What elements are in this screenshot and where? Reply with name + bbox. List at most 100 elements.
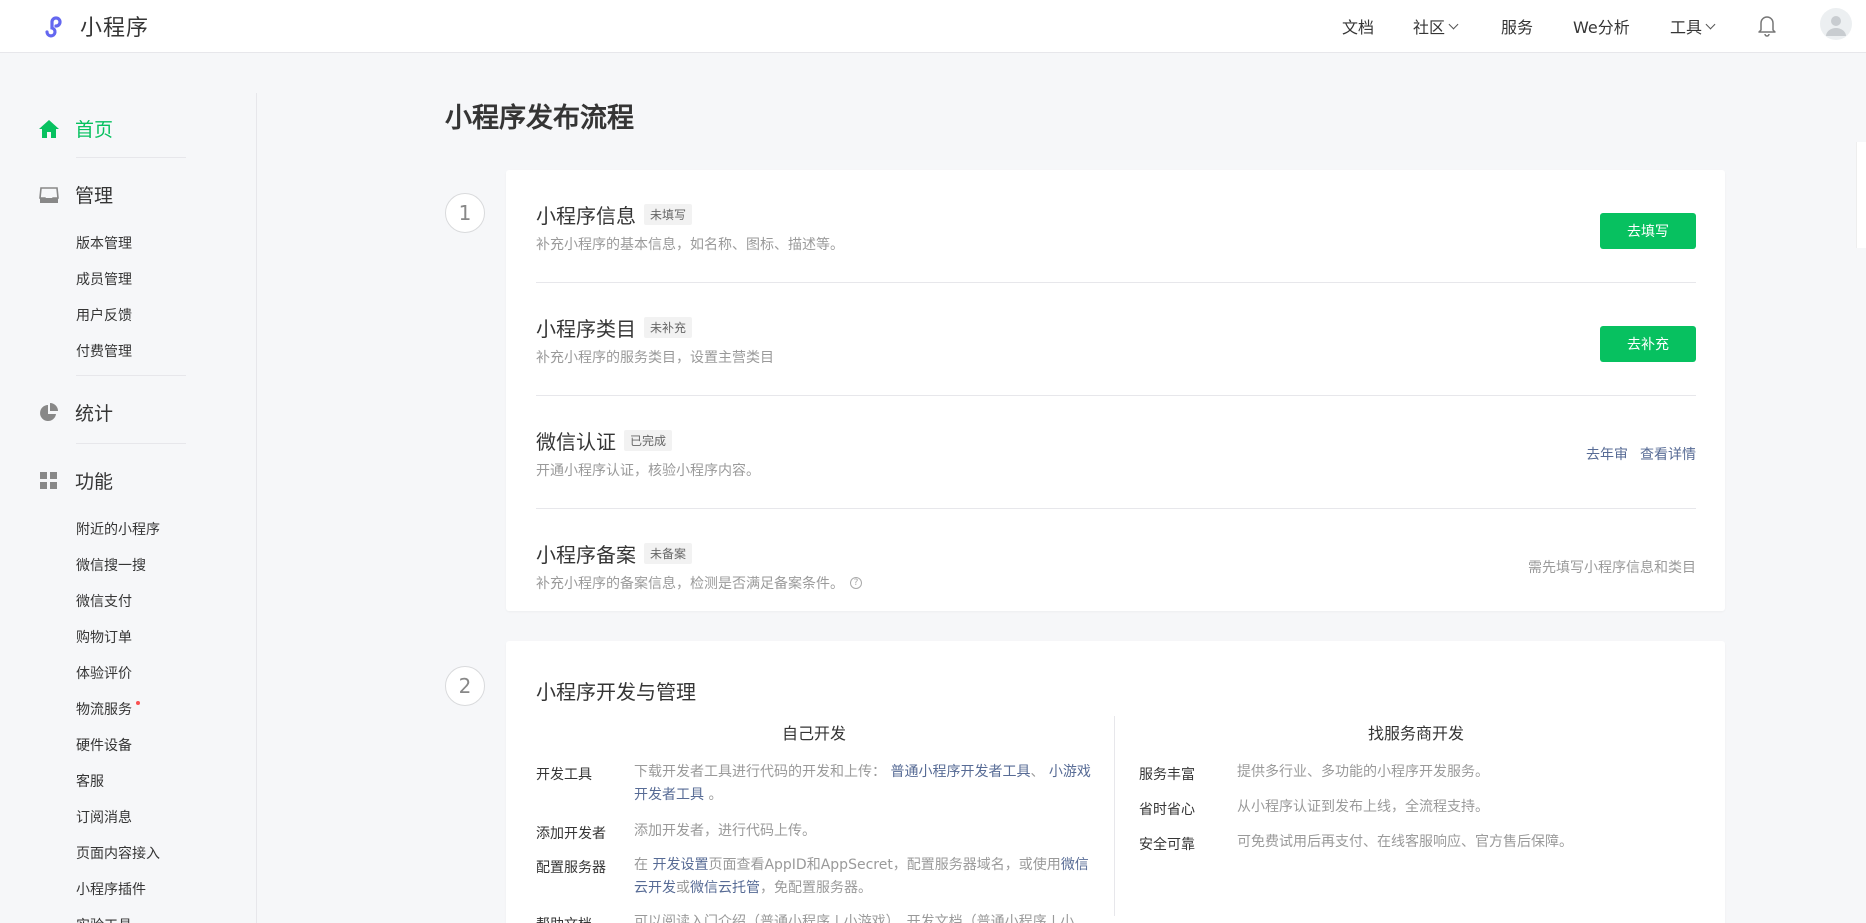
- nav-we-analytics[interactable]: We分析: [1573, 14, 1630, 38]
- annual-review-link[interactable]: 去年审: [1586, 444, 1628, 464]
- step-row-filing: 小程序备案 未备案 补充小程序的备案信息，检测是否满足备案条件。? 需先填写小程序…: [536, 509, 1696, 622]
- avatar[interactable]: [1820, 8, 1852, 40]
- publish-steps-card: 小程序信息 未填写 补充小程序的基本信息，如名称、图标、描述等。 去填写 小程序类…: [506, 170, 1725, 611]
- sidebar-item-members[interactable]: 成员管理: [76, 269, 132, 289]
- sidebar-item-stats-label: 统计: [75, 403, 114, 425]
- row-title-text: 微信认证: [536, 430, 616, 454]
- sidebar-item-manage[interactable]: 管理: [38, 181, 113, 208]
- nav-tools-label: 工具: [1670, 18, 1703, 37]
- column-divider: [1114, 716, 1115, 916]
- inbox-icon: [39, 186, 59, 203]
- row-desc: 补充小程序的备案信息，检测是否满足备案条件。?: [536, 573, 862, 593]
- nav-we-analytics-label: We分析: [1573, 18, 1630, 37]
- sidebar-item-plugins[interactable]: 小程序插件: [76, 879, 146, 899]
- chevron-down-icon: [1705, 19, 1716, 29]
- sidebar-item-customer-service[interactable]: 客服: [76, 771, 104, 791]
- period: 。: [708, 787, 723, 803]
- sidebar-item-content[interactable]: 页面内容接入: [76, 843, 160, 863]
- sidebar-item-orders[interactable]: 购物订单: [76, 627, 132, 647]
- logo-text: 小程序: [80, 16, 150, 41]
- row-desc: 补充小程序的基本信息，如名称、图标、描述等。: [536, 237, 844, 253]
- sidebar-item-version[interactable]: 版本管理: [76, 233, 132, 253]
- step-number-2: 2: [445, 666, 485, 706]
- row-hint: 需先填写小程序信息和类目: [1528, 560, 1696, 576]
- sidebar-item-payment[interactable]: 付费管理: [76, 341, 132, 361]
- nav-docs[interactable]: 文档: [1342, 14, 1374, 38]
- cloud-hosting-link[interactable]: 微信云托管: [690, 880, 760, 896]
- sidebar-item-nearby[interactable]: 附近的小程序: [76, 519, 160, 539]
- sidebar-item-logistics[interactable]: 物流服务: [76, 699, 140, 719]
- card-title: 小程序开发与管理: [536, 680, 696, 704]
- row-title: 微信认证 已完成: [536, 426, 673, 455]
- kv-key: 帮助文档: [536, 914, 592, 923]
- sidebar-item-features[interactable]: 功能: [38, 467, 113, 494]
- fill-info-button[interactable]: 去填写: [1600, 213, 1696, 249]
- top-header: 小程序 文档 社区 服务 We分析 工具: [0, 0, 1866, 53]
- row-title-text: 小程序备案: [536, 543, 636, 567]
- vendor-dev-heading: 找服务商开发: [1368, 724, 1465, 743]
- avatar-icon: [1826, 16, 1846, 36]
- kv-value: 从小程序认证到发布上线，全流程支持。: [1237, 799, 1489, 815]
- kv-key: 开发工具: [536, 767, 592, 783]
- step-row-verification: 微信认证 已完成 开通小程序认证，核验小程序内容。 去年审 查看详情: [536, 396, 1696, 509]
- sidebar-item-search[interactable]: 微信搜一搜: [76, 555, 146, 575]
- kv-text: 或: [676, 880, 690, 896]
- kv-key: 添加开发者: [536, 826, 606, 842]
- nav-tools[interactable]: 工具: [1670, 14, 1716, 38]
- kv-value: 添加开发者，进行代码上传。: [634, 823, 816, 839]
- floating-side-panel[interactable]: [1856, 142, 1866, 248]
- sidebar-item-features-label: 功能: [75, 471, 114, 493]
- sidebar-item-subscribe[interactable]: 订阅消息: [76, 807, 132, 827]
- kv-value: 可免费试用后再支付、在线客服响应、官方售后保障。: [1237, 834, 1573, 850]
- kv-key: 省时省心: [1139, 802, 1195, 818]
- notification-dot-icon: [136, 701, 140, 705]
- dev-settings-link[interactable]: 开发设置: [652, 857, 708, 873]
- divider: [76, 375, 186, 376]
- kv-text: 页面查看AppID和AppSecret，配置服务器域名，或使用: [708, 857, 1061, 873]
- self-dev-heading: 自己开发: [782, 724, 847, 743]
- sidebar-item-experiment[interactable]: 实验工具: [76, 915, 132, 923]
- row-desc: 开通小程序认证，核验小程序内容。: [536, 463, 760, 479]
- sidebar-divider: [256, 93, 257, 923]
- nav-community-label: 社区: [1413, 18, 1446, 37]
- chevron-down-icon: [1448, 19, 1459, 29]
- home-icon: [39, 119, 59, 138]
- nav-services-label: 服务: [1501, 18, 1534, 37]
- add-category-button[interactable]: 去补充: [1600, 326, 1696, 362]
- sidebar-item-feedback[interactable]: 用户反馈: [76, 305, 132, 325]
- sidebar-item-reviews[interactable]: 体验评价: [76, 663, 132, 683]
- sidebar-item-logistics-label: 物流服务: [76, 702, 132, 718]
- status-badge: 未填写: [644, 204, 693, 225]
- mini-program-devtools-link[interactable]: 普通小程序开发者工具: [890, 764, 1030, 780]
- page-title: 小程序发布流程: [445, 103, 634, 134]
- row-title-text: 小程序类目: [536, 317, 636, 341]
- divider: [76, 157, 186, 158]
- sidebar-item-stats[interactable]: 统计: [38, 399, 113, 426]
- help-icon[interactable]: ?: [850, 577, 862, 589]
- step-row-category: 小程序类目 未补充 补充小程序的服务类目，设置主营类目 去补充: [536, 283, 1696, 396]
- nav-services[interactable]: 服务: [1501, 14, 1533, 38]
- dev-manage-card: 小程序开发与管理 自己开发 找服务商开发 开发工具 下载开发者工具进行代码的开发…: [506, 641, 1725, 923]
- grid-icon: [40, 471, 57, 489]
- logo[interactable]: 小程序: [38, 8, 149, 44]
- view-details-link[interactable]: 查看详情: [1640, 444, 1696, 464]
- status-badge: 已完成: [624, 430, 673, 451]
- sidebar-item-manage-label: 管理: [75, 185, 114, 207]
- separator: 、: [1030, 764, 1045, 780]
- row-desc-text: 补充小程序的备案信息，检测是否满足备案条件。: [536, 576, 844, 592]
- status-badge: 未补充: [644, 317, 693, 338]
- sidebar-item-hardware[interactable]: 硬件设备: [76, 735, 132, 755]
- row-title: 小程序类目 未补充: [536, 313, 693, 342]
- miniprogram-logo-icon: [39, 11, 69, 41]
- sidebar-item-home[interactable]: 首页: [38, 115, 113, 142]
- nav-community[interactable]: 社区: [1413, 14, 1459, 38]
- sidebar-item-home-label: 首页: [75, 119, 114, 141]
- kv-value: 可以阅读入门介绍（普通小程序 | 小游戏）、开发文档（普通小程序 | 小: [634, 914, 1075, 923]
- row-title: 小程序备案 未备案: [536, 539, 693, 568]
- row-title-text: 小程序信息: [536, 204, 636, 228]
- kv-text: ，免配置服务器。: [760, 880, 872, 896]
- sidebar-item-wechat-pay[interactable]: 微信支付: [76, 591, 132, 611]
- step-number-1: 1: [445, 193, 485, 233]
- bell-icon[interactable]: [1756, 13, 1778, 37]
- kv-key: 安全可靠: [1139, 837, 1195, 853]
